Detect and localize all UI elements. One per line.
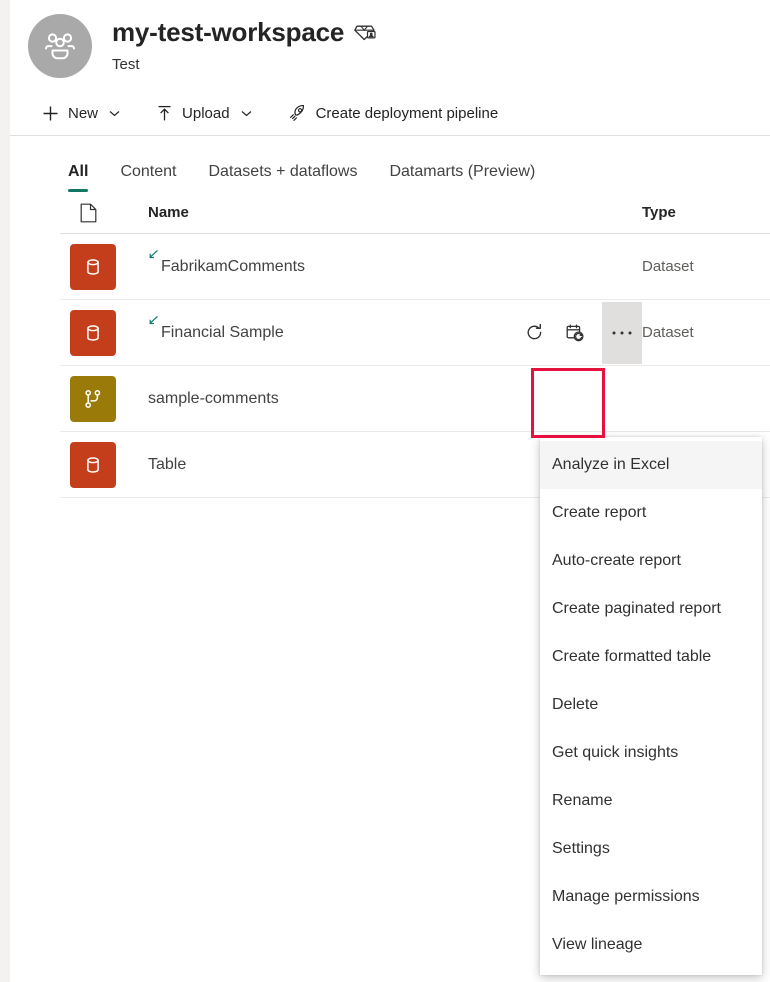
row-name-cell[interactable]: Table: [130, 454, 522, 476]
tab-all[interactable]: All: [60, 162, 104, 192]
command-toolbar: New Upload Create deployment pipeline: [10, 92, 770, 136]
menu-item-create-formatted-table[interactable]: Create formatted table: [540, 633, 762, 681]
workspace-subtitle: Test: [112, 56, 140, 73]
new-button-label: New: [68, 105, 99, 122]
upload-arrow-icon: [156, 105, 173, 122]
page-title: my-test-workspace: [112, 17, 345, 47]
column-header-name[interactable]: Name: [130, 204, 522, 221]
table-row[interactable]: Financial Sample Dataset: [60, 300, 770, 366]
menu-item-label: Analyze in Excel: [552, 456, 670, 473]
menu-item-label: Get quick insights: [552, 744, 679, 761]
promoted-arrow-icon: [148, 249, 159, 260]
workspace-page: my-test-workspace Test New Upload Create…: [0, 0, 770, 982]
dataset-icon: [70, 243, 116, 290]
main-content: my-test-workspace Test New Upload Create…: [10, 0, 770, 982]
chevron-down-icon: [241, 110, 252, 117]
row-name-cell[interactable]: Financial Sample: [130, 315, 522, 344]
workspace-title-block: my-test-workspace Test: [112, 12, 376, 74]
workspace-avatar: [28, 14, 92, 78]
context-menu: Analyze in Excel Create report Auto-crea…: [540, 437, 762, 975]
item-name-label: sample-comments: [148, 389, 279, 407]
new-button[interactable]: New: [34, 98, 128, 130]
tab-all-label: All: [68, 163, 89, 180]
tab-content-label: Content: [120, 163, 177, 180]
premium-capacity-diamond-icon: [354, 22, 376, 42]
menu-item-analyze-in-excel[interactable]: Analyze in Excel: [540, 441, 762, 489]
row-icon-cell: [60, 375, 130, 422]
row-icon-cell: [60, 441, 130, 488]
item-name-label: Financial Sample: [161, 323, 284, 341]
menu-item-rename[interactable]: Rename: [540, 777, 762, 825]
menu-item-label: View lineage: [552, 936, 643, 953]
row-icon-cell: [60, 243, 130, 290]
dataset-icon: [70, 309, 116, 356]
chevron-down-icon: [109, 110, 120, 117]
menu-item-label: Settings: [552, 840, 610, 857]
menu-item-label: Create paginated report: [552, 600, 721, 617]
menu-item-create-paginated-report[interactable]: Create paginated report: [540, 585, 762, 633]
plus-icon: [42, 105, 59, 122]
refresh-now-icon[interactable]: [522, 317, 548, 349]
menu-item-create-report[interactable]: Create report: [540, 489, 762, 537]
dataset-icon: [70, 441, 116, 488]
menu-item-label: Create report: [552, 504, 647, 521]
table-row[interactable]: FabrikamComments Dataset: [60, 234, 770, 300]
menu-item-label: Rename: [552, 792, 613, 809]
menu-item-auto-create-report[interactable]: Auto-create report: [540, 537, 762, 585]
menu-item-manage-permissions[interactable]: Manage permissions: [540, 873, 762, 921]
menu-item-get-quick-insights[interactable]: Get quick insights: [540, 729, 762, 777]
upload-button[interactable]: Upload: [148, 98, 260, 130]
tab-content[interactable]: Content: [104, 162, 192, 192]
schedule-refresh-icon[interactable]: [562, 317, 588, 349]
table-row[interactable]: sample-comments: [60, 366, 770, 432]
row-icon-cell: [60, 309, 130, 356]
create-deployment-pipeline-button[interactable]: Create deployment pipeline: [280, 98, 507, 130]
row-name-cell[interactable]: sample-comments: [130, 388, 522, 410]
menu-item-label: Create formatted table: [552, 648, 712, 665]
column-header-type[interactable]: Type: [642, 204, 752, 221]
upload-button-label: Upload: [182, 105, 230, 122]
left-nav-rail: [0, 0, 10, 982]
menu-item-label: Manage permissions: [552, 888, 700, 905]
item-name-label: FabrikamComments: [161, 257, 306, 275]
tab-datasets-dataflows[interactable]: Datasets + dataflows: [193, 162, 374, 192]
people-group-icon: [42, 31, 78, 61]
menu-item-view-lineage[interactable]: View lineage: [540, 921, 762, 969]
tab-datasets-dataflows-label: Datasets + dataflows: [208, 163, 358, 180]
workspace-header: my-test-workspace Test: [10, 0, 770, 92]
tab-datamarts-preview[interactable]: Datamarts (Preview): [373, 162, 551, 192]
promoted-arrow-icon: [148, 315, 159, 326]
page-icon: [80, 203, 97, 223]
list-header-row: Name Type: [60, 192, 770, 234]
menu-item-settings[interactable]: Settings: [540, 825, 762, 873]
menu-item-label: Delete: [552, 696, 599, 713]
menu-item-delete[interactable]: Delete: [540, 681, 762, 729]
row-name-cell[interactable]: FabrikamComments: [130, 249, 522, 278]
rocket-icon: [288, 104, 307, 123]
item-type-label: Dataset: [642, 258, 694, 275]
dataflow-icon: [70, 375, 116, 422]
content-tabs: All Content Datasets + dataflows Datamar…: [10, 136, 770, 192]
pipeline-button-label: Create deployment pipeline: [315, 105, 499, 122]
row-actions: [522, 301, 642, 364]
tab-datamarts-preview-label: Datamarts (Preview): [389, 163, 536, 180]
item-type-label: Dataset: [642, 324, 694, 341]
menu-item-label: Auto-create report: [552, 552, 681, 569]
column-header-icon[interactable]: [60, 203, 130, 223]
more-options-button[interactable]: [601, 301, 642, 364]
item-name-label: Table: [148, 455, 187, 473]
